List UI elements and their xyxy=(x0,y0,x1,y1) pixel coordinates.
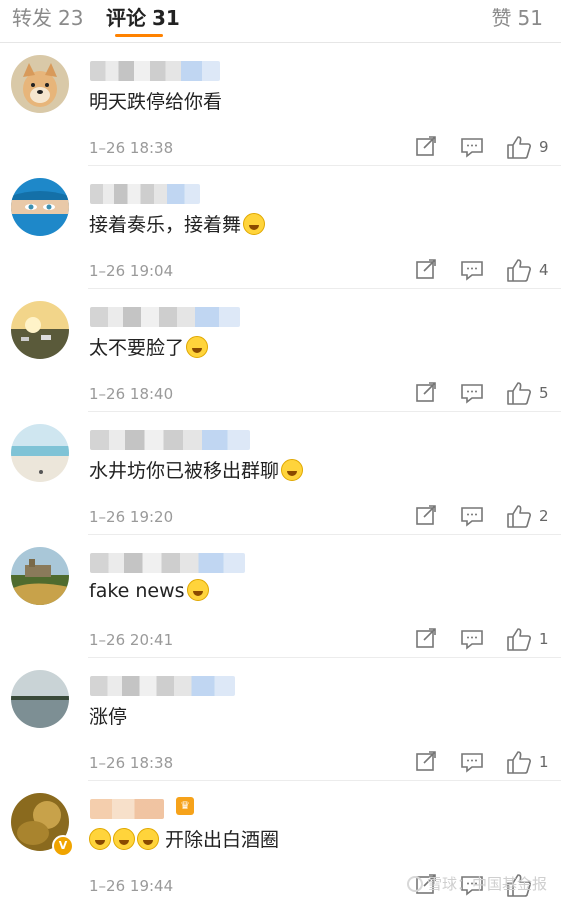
sob-emoji xyxy=(113,828,135,850)
thumbs-up-icon[interactable] xyxy=(506,748,532,776)
comment-icon[interactable] xyxy=(460,748,484,776)
comment-text-content: fake news xyxy=(89,580,185,602)
dog-avatar[interactable] xyxy=(11,55,69,113)
like-count: 5 xyxy=(539,384,549,402)
like-count: 4 xyxy=(539,261,549,279)
like-count: 1 xyxy=(539,630,549,648)
tab-like-count: 51 xyxy=(517,6,543,30)
comment-item: 水井坊你已被移出群聊 1–26 19:20 2 xyxy=(0,412,561,535)
comment-time: 1–26 19:20 xyxy=(89,508,174,526)
thumbs-up-icon[interactable] xyxy=(506,502,532,530)
tab-comment[interactable]: 评论 31 xyxy=(106,2,180,31)
comment-item: 涨停 1–26 18:38 1 xyxy=(0,658,561,781)
watermark-text: 雪球：中国基金报 xyxy=(426,875,547,893)
thumbs-up-icon[interactable] xyxy=(506,256,532,284)
share-icon[interactable] xyxy=(414,256,438,284)
active-tab-indicator xyxy=(115,34,163,37)
tab-repost[interactable]: 转发 23 xyxy=(12,2,83,31)
username-blurred[interactable] xyxy=(90,553,245,573)
comment-text: 接着奏乐，接着舞 xyxy=(89,210,266,237)
share-icon[interactable] xyxy=(414,133,438,161)
veiled-eyes-avatar[interactable] xyxy=(11,178,69,236)
comment-text-content: 明天跌停给你看 xyxy=(89,91,223,113)
comment-item: fake news 1–26 20:41 1 xyxy=(0,535,561,658)
comment-time: 1–26 19:04 xyxy=(89,262,174,280)
grin-emoji xyxy=(243,213,266,235)
comment-time: 1–26 20:41 xyxy=(89,631,174,649)
comment-text: fake news xyxy=(89,579,209,602)
comment-item: 明天跌停给你看 1–26 18:38 9 xyxy=(0,43,561,166)
thumbs-up-icon[interactable] xyxy=(506,625,532,653)
comment-item: 太不要脸了 1–26 18:40 5 xyxy=(0,289,561,412)
verified-badge-icon: V xyxy=(52,835,74,857)
castle-hill-avatar[interactable] xyxy=(11,547,69,605)
laugh-cry-emoji xyxy=(186,579,209,601)
comment-item: 接着奏乐，接着舞 1–26 19:04 4 xyxy=(0,166,561,289)
username-blurred[interactable] xyxy=(90,184,200,204)
comment-text: 涨停 xyxy=(89,702,127,729)
comment-icon[interactable] xyxy=(460,256,484,284)
sob-emoji xyxy=(137,828,159,850)
vip-crown-icon: ♛ xyxy=(176,797,194,815)
tab-comment-count: 31 xyxy=(152,6,180,30)
comment-text: 开除出白酒圈 xyxy=(89,825,279,852)
sunset-landscape-avatar[interactable] xyxy=(11,301,69,359)
xueqiu-logo-icon xyxy=(406,876,423,892)
share-icon[interactable] xyxy=(414,379,438,407)
comment-icon[interactable] xyxy=(460,625,484,653)
comment-icon[interactable] xyxy=(460,379,484,407)
tab-repost-count: 23 xyxy=(58,6,84,30)
comment-text-content: 接着奏乐，接着舞 xyxy=(89,214,242,236)
comment-text-content: 开除出白酒圈 xyxy=(165,829,280,851)
comment-time: 1–26 19:44 xyxy=(89,877,174,895)
tab-bar: 转发 23 评论 31 赞 51 xyxy=(0,0,561,43)
comment-time: 1–26 18:38 xyxy=(89,139,174,157)
comment-time: 1–26 18:38 xyxy=(89,754,174,772)
sob-emoji xyxy=(89,828,111,850)
like-count: 2 xyxy=(539,507,549,525)
username-blurred[interactable] xyxy=(90,799,164,819)
comment-text: 明天跌停给你看 xyxy=(89,87,222,114)
username-blurred[interactable] xyxy=(90,61,220,81)
username-blurred[interactable] xyxy=(90,676,235,696)
beach-avatar[interactable] xyxy=(11,424,69,482)
tab-like-label: 赞 xyxy=(491,6,512,30)
username-blurred[interactable] xyxy=(90,307,240,327)
tab-repost-label: 转发 xyxy=(12,6,52,30)
comment-text: 太不要脸了 xyxy=(89,333,209,360)
comment-icon[interactable] xyxy=(460,502,484,530)
tab-like[interactable]: 赞 51 xyxy=(492,2,543,31)
comment-text-content: 水井坊你已被移出群聊 xyxy=(89,460,280,482)
comment-icon[interactable] xyxy=(460,133,484,161)
watermark: 雪球：中国基金报 xyxy=(406,873,547,894)
laugh-cry-emoji xyxy=(186,336,209,358)
comment-time: 1–26 18:40 xyxy=(89,385,174,403)
tab-comment-label: 评论 xyxy=(106,6,146,30)
thumbs-up-icon[interactable] xyxy=(506,133,532,161)
comment-text-content: 太不要脸了 xyxy=(89,337,185,359)
share-icon[interactable] xyxy=(414,625,438,653)
share-icon[interactable] xyxy=(414,502,438,530)
share-icon[interactable] xyxy=(414,748,438,776)
comment-text-content: 涨停 xyxy=(89,706,128,728)
like-count: 1 xyxy=(539,753,549,771)
username-blurred[interactable] xyxy=(90,430,250,450)
thumbs-up-icon[interactable] xyxy=(506,379,532,407)
laugh-cry-emoji xyxy=(281,459,304,481)
lake-avatar[interactable] xyxy=(11,670,69,728)
comment-text: 水井坊你已被移出群聊 xyxy=(89,456,304,483)
like-count: 9 xyxy=(539,138,549,156)
